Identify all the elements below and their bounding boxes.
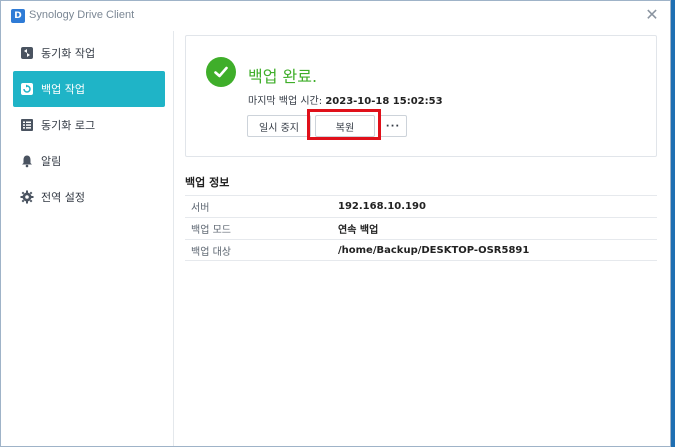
last-backup-label: 마지막 백업 시간: (248, 96, 323, 107)
sidebar-item-sync-log[interactable]: 동기화 로그 (13, 107, 165, 143)
gear-icon (19, 189, 35, 205)
sidebar-item-label: 백업 작업 (41, 83, 85, 96)
last-backup-value: 2023-10-18 15:02:53 (325, 96, 443, 107)
last-backup-time: 마지막 백업 시간: 2023-10-18 15:02:53 (248, 92, 443, 107)
sidebar-item-label: 동기화 로그 (41, 119, 96, 132)
table-row: 백업 대상 /home/Backup/DESKTOP-OSR5891 (185, 239, 657, 261)
sidebar-item-label: 전역 설정 (41, 191, 85, 204)
server-label: 서버 (191, 203, 210, 214)
sidebar-item-sync-tasks[interactable]: 동기화 작업 (13, 35, 165, 71)
backup-icon (19, 81, 35, 97)
backup-info-heading: 백업 정보 (185, 176, 230, 189)
sidebar-item-global-settings[interactable]: 전역 설정 (13, 179, 165, 215)
backup-destination-label: 백업 대상 (191, 246, 231, 258)
sidebar-item-notifications[interactable]: 알림 (13, 143, 165, 179)
table-row: 서버 192.168.10.190 (185, 195, 657, 217)
backup-mode-label: 백업 모드 (191, 225, 231, 236)
sidebar-item-label: 알림 (41, 155, 62, 168)
sidebar: 동기화 작업 백업 작업 동기화 로그 알림 전역 설정 (1, 31, 173, 446)
divider (173, 31, 174, 446)
window-title: Synology Drive Client (29, 9, 135, 21)
synology-drive-icon: D (11, 9, 25, 23)
title-bar: D Synology Drive Client ✕ (1, 1, 670, 31)
backup-destination-value: /home/Backup/DESKTOP-OSR5891 (338, 244, 530, 256)
app-window: D Synology Drive Client ✕ 동기화 작업 백업 작업 동… (0, 0, 671, 447)
table-row: 백업 모드 연속 백업 (185, 217, 657, 239)
desktop-background (671, 0, 675, 447)
pause-button[interactable]: 일시 중지 (247, 115, 311, 137)
bell-icon (19, 153, 35, 169)
sidebar-item-backup-tasks[interactable]: 백업 작업 (13, 71, 165, 107)
check-icon (206, 57, 236, 87)
backup-mode-value: 연속 백업 (338, 225, 379, 236)
more-options-button[interactable]: ··· (379, 115, 407, 137)
backup-status-card: 백업 완료. 마지막 백업 시간: 2023-10-18 15:02:53 일시… (185, 35, 657, 157)
sync-icon (19, 45, 35, 61)
close-button[interactable]: ✕ (642, 5, 662, 25)
sidebar-item-label: 동기화 작업 (41, 47, 96, 60)
restore-button[interactable]: 복원 (315, 115, 375, 137)
status-title: 백업 완료. (248, 67, 318, 86)
server-value: 192.168.10.190 (338, 201, 426, 212)
backup-info-table: 서버 192.168.10.190 백업 모드 연속 백업 백업 대상 /hom… (185, 195, 657, 261)
log-list-icon (19, 117, 35, 133)
